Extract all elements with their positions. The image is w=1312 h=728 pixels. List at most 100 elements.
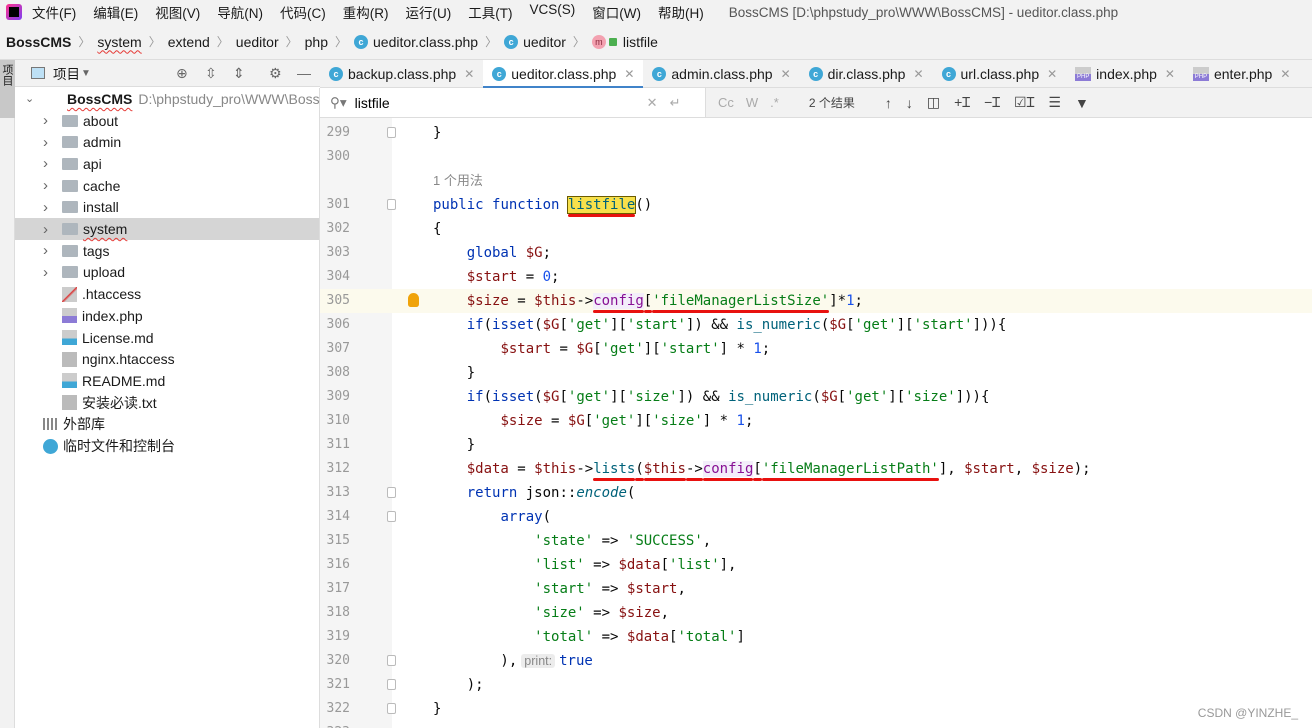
breadcrumb-item[interactable]: BossCMS: [6, 34, 71, 50]
code-editor[interactable]: 299} 300 1 个用法 301 public function listfile(…: [320, 118, 1312, 728]
arrow-down-icon[interactable]: ↓: [906, 95, 913, 111]
breadcrumb-item[interactable]: ueditor: [236, 34, 279, 50]
txt-file-icon: [62, 351, 77, 367]
search-input[interactable]: [354, 94, 635, 111]
close-icon[interactable]: ✕: [913, 67, 923, 81]
tree-item[interactable]: › admin: [15, 131, 319, 153]
tab-ueditor-class-php[interactable]: c ueditor.class.php ✕: [483, 60, 644, 89]
menu-item[interactable]: 代码(C): [280, 2, 326, 22]
menu-item[interactable]: 文件(F): [32, 2, 76, 22]
tree-item[interactable]: › cache: [15, 175, 319, 197]
fold-marker-icon[interactable]: [387, 703, 396, 714]
code-line: 317 'start' => $start,: [320, 577, 1312, 601]
chevron-right-icon[interactable]: ›: [43, 134, 48, 151]
chevron-right-icon[interactable]: ›: [43, 177, 48, 194]
code-token: is_numeric: [736, 317, 821, 333]
menu-item[interactable]: 运行(U): [406, 2, 452, 22]
chevron-right-icon[interactable]: ›: [43, 112, 48, 129]
filter-icon[interactable]: ▼: [1075, 95, 1089, 111]
tree-item[interactable]: › tags: [15, 240, 319, 262]
breadcrumb-item[interactable]: c ueditor.class.php: [354, 34, 478, 50]
panel-title[interactable]: 项目: [53, 63, 80, 83]
tab-backup-class-php[interactable]: c backup.class.php ✕: [320, 60, 483, 88]
breadcrumb-item[interactable]: extend: [168, 34, 210, 50]
fold-marker-icon[interactable]: [387, 199, 396, 210]
close-icon[interactable]: ✕: [464, 67, 474, 81]
menu-item[interactable]: VCS(S): [530, 2, 576, 22]
chevron-right-icon[interactable]: ›: [43, 242, 48, 259]
newline-icon[interactable]: ↵: [670, 95, 681, 111]
expand-all-icon[interactable]: ⇳: [205, 65, 217, 82]
close-icon[interactable]: ✕: [781, 67, 791, 81]
close-icon[interactable]: ✕: [624, 67, 634, 81]
menu-item[interactable]: 窗口(W): [592, 2, 641, 22]
breadcrumb-item[interactable]: system: [97, 34, 141, 50]
fold-marker-icon[interactable]: [387, 679, 396, 690]
tree-item[interactable]: 外部库: [15, 414, 319, 436]
tree-item[interactable]: .htaccess: [15, 283, 319, 305]
line-number: 308: [326, 365, 350, 380]
menu-item[interactable]: 重构(R): [343, 2, 389, 22]
tree-item[interactable]: › about: [15, 110, 319, 132]
fold-marker-icon[interactable]: [387, 655, 396, 666]
code-token: ][: [610, 389, 627, 405]
breadcrumb-item[interactable]: php: [305, 34, 328, 50]
lightbulb-icon[interactable]: [408, 293, 419, 307]
menu-item[interactable]: 编辑(E): [93, 2, 138, 22]
fold-marker-icon[interactable]: [387, 487, 396, 498]
usage-hint[interactable]: 1 个用法: [433, 169, 483, 193]
gear-icon[interactable]: ⚙: [269, 65, 282, 82]
filter-options-icon[interactable]: ☰: [1048, 94, 1061, 111]
tab-admin-class-php[interactable]: c admin.class.php ✕: [643, 60, 799, 88]
tree-item[interactable]: index.php: [15, 305, 319, 327]
tab-url-class-php[interactable]: c url.class.php ✕: [933, 60, 1067, 88]
tree-item[interactable]: › upload: [15, 262, 319, 284]
tree-item[interactable]: › api: [15, 153, 319, 175]
tab-enter-php[interactable]: PHP enter.php ✕: [1184, 60, 1299, 88]
chevron-right-icon[interactable]: ›: [43, 264, 48, 281]
breadcrumb-item[interactable]: c ueditor: [504, 34, 566, 50]
close-icon[interactable]: ✕: [1165, 67, 1175, 81]
open-in-window-icon[interactable]: ◫: [927, 94, 940, 111]
tree-item[interactable]: › system: [15, 218, 319, 240]
tab-index-php[interactable]: PHP index.php ✕: [1066, 60, 1184, 88]
regex-button[interactable]: .*: [770, 95, 779, 110]
collapse-all-icon[interactable]: ⇕: [233, 65, 245, 82]
menu-item[interactable]: 工具(T): [468, 2, 512, 22]
tree-item[interactable]: ⌄ BossCMS D:\phpstudy_pro\WWW\BossC: [15, 88, 330, 110]
code-line: 299}: [320, 121, 1312, 145]
code-token: [: [846, 317, 855, 333]
fold-marker-icon[interactable]: [387, 511, 396, 522]
arrow-up-icon[interactable]: ↑: [885, 95, 892, 111]
breadcrumb-item[interactable]: m listfile: [591, 34, 658, 50]
chevron-down-icon[interactable]: ⌄: [25, 92, 34, 105]
whole-words-button[interactable]: W: [746, 95, 758, 110]
clear-icon[interactable]: ✕: [647, 95, 658, 111]
menu-item[interactable]: 视图(V): [155, 2, 200, 22]
minimize-icon[interactable]: —: [297, 65, 311, 81]
tree-item[interactable]: License.md: [15, 327, 319, 349]
fold-marker-icon[interactable]: [387, 127, 396, 138]
match-case-button[interactable]: Cc: [718, 95, 734, 110]
close-icon[interactable]: ✕: [1280, 67, 1290, 81]
chevron-right-icon[interactable]: ›: [43, 221, 48, 238]
tab-dir-class-php[interactable]: c dir.class.php ✕: [800, 60, 933, 88]
tree-item[interactable]: 临时文件和控制台: [15, 435, 319, 457]
close-icon[interactable]: ✕: [1047, 67, 1057, 81]
menu-item[interactable]: 帮助(H): [658, 2, 704, 22]
tree-item[interactable]: 安装必读.txt: [15, 392, 319, 414]
project-tool-tab[interactable]: 项目: [0, 60, 15, 118]
search-icon[interactable]: ⚲▾: [330, 95, 347, 111]
locate-icon[interactable]: ⊕: [176, 65, 188, 82]
remove-occurrence-icon[interactable]: −Ɪ: [984, 93, 1000, 112]
select-all-occurrences-icon[interactable]: ☑Ɪ: [1014, 93, 1034, 112]
menu-item[interactable]: 导航(N): [217, 2, 263, 22]
tree-item[interactable]: README.md: [15, 370, 319, 392]
chevron-down-icon[interactable]: ▼: [81, 68, 91, 79]
tree-item[interactable]: › install: [15, 197, 319, 219]
chevron-right-icon[interactable]: ›: [43, 199, 48, 216]
add-occurrence-icon[interactable]: +Ɪ: [954, 93, 970, 112]
tree-item[interactable]: nginx.htaccess: [15, 348, 319, 370]
chevron-right-icon[interactable]: ›: [43, 155, 48, 172]
